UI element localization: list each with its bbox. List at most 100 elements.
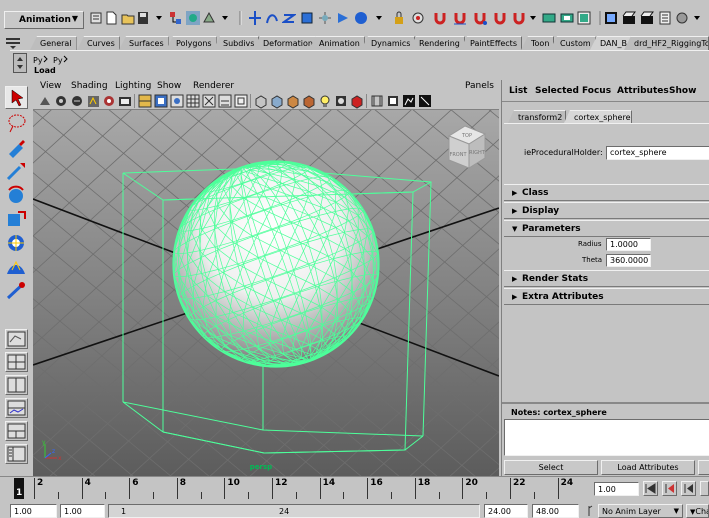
- viewport-menu-panels[interactable]: Panels: [465, 81, 494, 91]
- render-settings-icon[interactable]: [658, 10, 672, 26]
- theta-field[interactable]: 360.0000: [606, 254, 651, 267]
- notes-splitter[interactable]: [502, 402, 709, 404]
- step-back-key-icon[interactable]: [662, 481, 677, 496]
- section-extra-attributes[interactable]: ▶ Extra Attributes: [504, 288, 709, 305]
- magnet-curve-icon[interactable]: [453, 10, 467, 26]
- shelf-tab-subdivs[interactable]: Subdivs: [213, 36, 260, 50]
- shelf-tab-curves[interactable]: Curves: [77, 36, 120, 50]
- range-slider[interactable]: 1 24: [108, 504, 480, 518]
- radius-field[interactable]: 1.0000: [606, 238, 651, 251]
- select-component-icon[interactable]: [202, 10, 216, 26]
- manipulator-tool-icon[interactable]: [5, 232, 28, 255]
- viewport-menu-renderer[interactable]: Renderer: [193, 81, 234, 91]
- perspective-viewport[interactable]: TOP FRONT RIGHT y x z persp: [33, 110, 499, 476]
- ae-menu-list[interactable]: List: [509, 86, 527, 96]
- last-tool-icon[interactable]: [5, 280, 28, 303]
- shelf-menu-button[interactable]: [2, 36, 24, 50]
- new-scene-icon[interactable]: [104, 10, 118, 26]
- select-button[interactable]: Select: [504, 460, 598, 475]
- shelf-tab-rendering[interactable]: Rendering: [409, 36, 465, 50]
- paint-select-tool-icon[interactable]: [5, 136, 28, 159]
- ipr-render-icon[interactable]: [577, 10, 591, 26]
- viewport-menu-view[interactable]: View: [40, 81, 61, 91]
- render-frame-icon[interactable]: [560, 10, 574, 26]
- open-scene-icon[interactable]: [121, 10, 135, 26]
- clapper-icon[interactable]: [622, 10, 636, 26]
- layout-four-icon[interactable]: [5, 352, 28, 372]
- soft-mod-tool-icon[interactable]: [5, 256, 28, 279]
- viewport-menu-shading[interactable]: Shading: [71, 81, 108, 91]
- section-parameters[interactable]: ▼ Parameters: [504, 220, 709, 237]
- render-view-icon[interactable]: [604, 10, 618, 26]
- chevron-down-icon[interactable]: [372, 10, 386, 26]
- load-attributes-button[interactable]: Load Attributes: [601, 460, 695, 475]
- notes-textarea[interactable]: [504, 419, 709, 456]
- move-tool-icon[interactable]: [5, 160, 28, 183]
- ae-menu-selected[interactable]: Selected: [535, 86, 579, 96]
- section-class[interactable]: ▶ Class: [504, 184, 709, 201]
- key-icon[interactable]: [584, 504, 594, 518]
- selection-mask-icon[interactable]: [411, 10, 425, 26]
- layout-single-icon[interactable]: [5, 329, 28, 349]
- lock-icon[interactable]: [392, 10, 406, 26]
- magnet-point-icon[interactable]: [473, 10, 487, 26]
- ae-menu-focus[interactable]: Focus: [582, 86, 611, 96]
- select-tool-icon[interactable]: [5, 86, 28, 109]
- shelf-scroll-button[interactable]: [13, 53, 27, 73]
- current-time-field[interactable]: 1.00: [594, 482, 639, 496]
- chevron-down-icon[interactable]: [218, 10, 232, 26]
- playback-start-field[interactable]: 1.00: [60, 504, 105, 518]
- shelf-tab-custom[interactable]: Custom: [550, 36, 596, 50]
- chevron-down-icon[interactable]: [152, 10, 166, 26]
- shelf-tab-polygons[interactable]: Polygons: [166, 36, 217, 50]
- snap-view-plane-icon[interactable]: [300, 10, 314, 26]
- shelf-tab-dynamics[interactable]: Dynamics: [361, 36, 416, 50]
- go-to-start-icon[interactable]: [643, 481, 658, 496]
- menu-mode-icon[interactable]: [89, 10, 103, 26]
- load-shelf-icon[interactable]: Py Py: [33, 53, 73, 65]
- hypershade-icon[interactable]: [675, 10, 689, 26]
- ae-tab-cortex-sphere[interactable]: cortex_sphere: [564, 110, 632, 123]
- panel-toolbar-icons[interactable]: [33, 93, 499, 110]
- chevron-down-icon[interactable]: [690, 10, 704, 26]
- ae-menu-show[interactable]: Show: [669, 86, 696, 96]
- viewport-menu-lighting[interactable]: Lighting: [115, 81, 151, 91]
- select-hierarchy-icon[interactable]: [169, 10, 183, 26]
- magnet-surface-icon[interactable]: [493, 10, 507, 26]
- ae-menu-attributes[interactable]: Attributes: [617, 86, 669, 96]
- input-output-icon[interactable]: [336, 10, 350, 26]
- step-back-frame-icon[interactable]: [681, 481, 696, 496]
- scale-tool-icon[interactable]: [5, 208, 28, 231]
- anim-layer-dropdown[interactable]: No Anim Layer ▼: [598, 504, 683, 518]
- character-set-dropdown[interactable]: ▼Cha: [686, 504, 709, 518]
- magnet-icon[interactable]: [433, 10, 447, 26]
- chevron-down-icon[interactable]: [526, 10, 540, 26]
- lasso-tool-icon[interactable]: [5, 112, 28, 135]
- holder-name-input[interactable]: cortex_sphere: [606, 146, 709, 160]
- rotate-tool-icon[interactable]: [5, 184, 28, 207]
- history-icon[interactable]: [542, 10, 556, 26]
- layout-two-icon[interactable]: [5, 375, 28, 395]
- snap-grid-icon[interactable]: [248, 10, 262, 26]
- playback-end-field[interactable]: 24.00: [484, 504, 528, 518]
- select-object-icon[interactable]: [186, 10, 200, 26]
- time-ruler[interactable]: 1 2 4 6 8 10 12 14 16 18 20 22 24: [12, 478, 587, 500]
- shelf-tab-drd-rigging[interactable]: drd_HF2_RiggingToo: [624, 36, 709, 50]
- animation-end-field[interactable]: 48.00: [532, 504, 579, 518]
- render-sphere-icon[interactable]: [354, 10, 368, 26]
- layout-hypershade-icon[interactable]: [5, 421, 28, 441]
- animation-start-field[interactable]: 1.00: [10, 504, 57, 518]
- layout-persp-graph-icon[interactable]: [5, 398, 28, 418]
- shelf-tab-surfaces[interactable]: Surfaces: [119, 36, 169, 50]
- shelf-tab-general[interactable]: General: [30, 36, 77, 50]
- menu-set-dropdown[interactable]: Animation ▼: [4, 11, 84, 29]
- snap-point-icon[interactable]: [280, 10, 298, 26]
- shelf-tab-toon[interactable]: Toon: [521, 36, 555, 50]
- shelf-tab-painteffects[interactable]: PaintEffects: [460, 36, 522, 50]
- section-render-stats[interactable]: ▶ Render Stats: [504, 270, 709, 287]
- shelf-tab-deformation[interactable]: Deformation: [253, 36, 318, 50]
- batch-render-icon[interactable]: [640, 10, 654, 26]
- magnet-live-icon[interactable]: [512, 10, 526, 26]
- cortex-sphere-mesh[interactable]: [172, 160, 380, 368]
- section-display[interactable]: ▶ Display: [504, 202, 709, 219]
